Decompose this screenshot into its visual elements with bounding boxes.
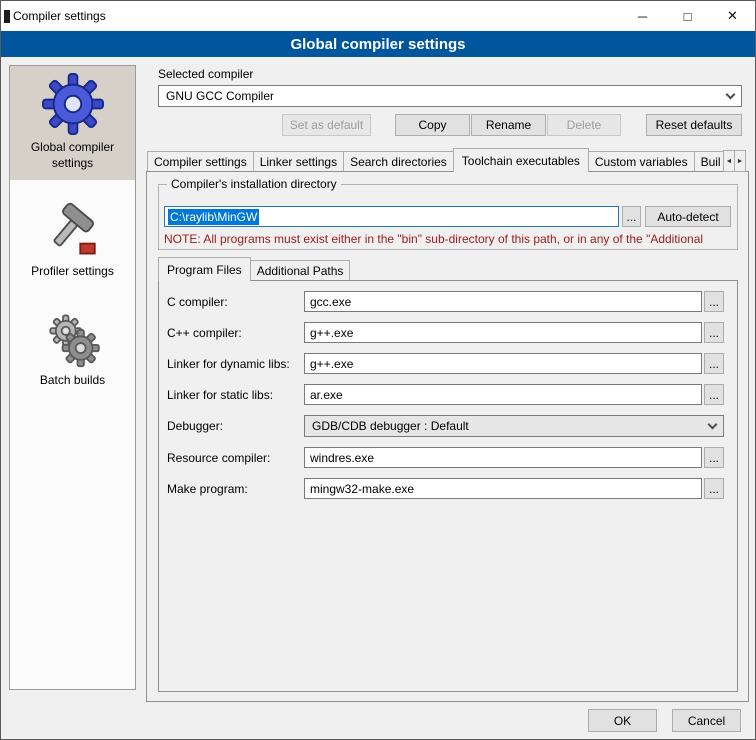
blue-gear-icon [42,73,104,135]
installation-directory-value: C:\raylib\MinGW [168,209,259,225]
static-linker-input[interactable] [304,384,702,405]
selected-compiler-value: GNU GCC Compiler [166,89,274,103]
sidebar-item-label: Global compiler settings [13,140,132,171]
debugger-value: GDB/CDB debugger : Default [312,419,469,433]
installation-directory-browse-button[interactable]: ... [622,206,641,227]
hammer-icon [44,201,102,259]
dynamic-linker-input[interactable] [304,353,702,374]
chevron-down-icon [708,419,718,429]
installation-directory-input[interactable]: C:\raylib\MinGW [164,206,619,227]
dynamic-linker-label: Linker for dynamic libs: [167,357,290,371]
rename-button[interactable]: Rename [471,114,546,136]
right-arrow-icon[interactable]: ► [734,150,746,172]
tab-build-options[interactable]: Buil [694,151,724,172]
reset-defaults-button[interactable]: Reset defaults [646,114,742,136]
copy-button[interactable]: Copy [395,114,470,136]
tab-custom-variables[interactable]: Custom variables [588,151,695,172]
cancel-button[interactable]: Cancel [672,709,741,732]
tab-search-directories[interactable]: Search directories [343,151,454,172]
maximize-button[interactable]: □ [665,1,710,31]
resource-compiler-label: Resource compiler: [167,451,270,465]
window-title: Compiler settings [13,9,106,23]
c-compiler-label: C compiler: [167,295,228,309]
dynamic-linker-browse-button[interactable]: ... [704,353,724,374]
sidebar-item-label: Batch builds [40,373,105,389]
subtab-program-files[interactable]: Program Files [158,257,251,281]
titlebar[interactable]: Compiler settings ─ □ ✕ [1,1,755,31]
make-program-input[interactable] [304,478,702,499]
installation-directory-group-title: Compiler's installation directory [167,177,341,191]
tab-scroll-buttons: ◄ ► [724,150,746,172]
subtab-additional-paths[interactable]: Additional Paths [250,260,351,281]
cpp-compiler-browse-button[interactable]: ... [704,322,724,343]
static-linker-browse-button[interactable]: ... [704,384,724,405]
bin-subdirectory-note: NOTE: All programs must exist either in … [164,232,736,246]
cpp-compiler-input[interactable] [304,322,702,343]
program-files-tabs: Program Files Additional Paths [158,257,350,281]
c-compiler-browse-button[interactable]: ... [704,291,724,312]
c-compiler-input[interactable] [304,291,702,312]
compiler-settings-dialog: Compiler settings ─ □ ✕ Global compiler … [0,0,756,740]
delete-button[interactable]: Delete [547,114,621,136]
tab-toolchain-executables[interactable]: Toolchain executables [453,148,589,172]
dialog-banner: Global compiler settings [1,31,755,57]
make-program-browse-button[interactable]: ... [704,478,724,499]
static-linker-label: Linker for static libs: [167,388,273,402]
window-icon [4,10,10,23]
auto-detect-button[interactable]: Auto-detect [645,206,731,227]
tab-compiler-settings[interactable]: Compiler settings [147,151,254,172]
banner-title: Global compiler settings [290,36,465,53]
selected-compiler-label: Selected compiler [158,67,253,81]
chevron-down-icon [726,89,736,99]
make-program-label: Make program: [167,482,248,496]
sidebar-item-batch-builds[interactable]: Batch builds [10,303,135,398]
minimize-button[interactable]: ─ [620,1,665,31]
set-as-default-button[interactable]: Set as default [282,114,371,136]
debugger-label: Debugger: [167,419,223,433]
settings-category-list: Global compiler settings Profiler settin… [9,65,136,690]
resource-compiler-browse-button[interactable]: ... [704,447,724,468]
compiler-tabs: Compiler settings Linker settings Search… [147,148,724,172]
sidebar-item-label: Profiler settings [31,264,114,280]
cpp-compiler-label: C++ compiler: [167,326,242,340]
sidebar-item-global-compiler-settings[interactable]: Global compiler settings [10,66,135,180]
debugger-select[interactable]: GDB/CDB debugger : Default [304,415,724,437]
resource-compiler-input[interactable] [304,447,702,468]
close-button[interactable]: ✕ [710,1,755,31]
ok-button[interactable]: OK [588,709,657,732]
sidebar-item-profiler-settings[interactable]: Profiler settings [10,194,135,289]
gray-gears-icon [44,310,102,368]
window-controls: ─ □ ✕ [620,1,755,31]
selected-compiler-dropdown[interactable]: GNU GCC Compiler [158,85,742,107]
tab-linker-settings[interactable]: Linker settings [253,151,344,172]
